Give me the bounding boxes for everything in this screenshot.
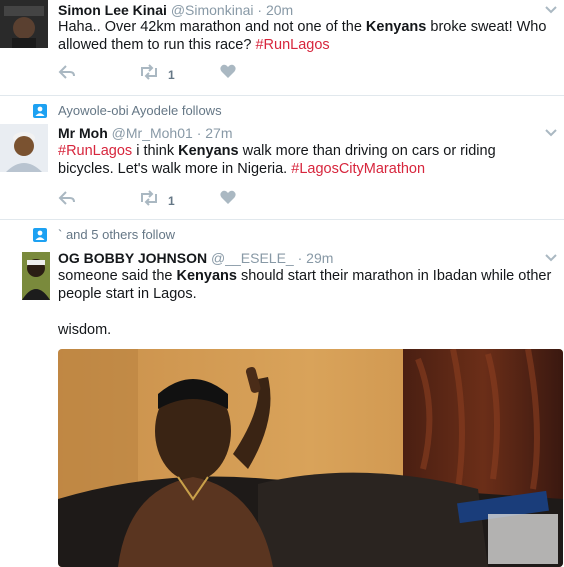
timestamp[interactable]: 29m bbox=[306, 250, 333, 266]
display-name[interactable]: OG BOBBY JOHNSON bbox=[58, 250, 207, 266]
follow-context-icon bbox=[33, 104, 47, 118]
like-icon[interactable] bbox=[220, 64, 236, 79]
text-keyword: Kenyans bbox=[178, 143, 239, 159]
text-segment: Haha.. Over 42km marathon and not one of… bbox=[58, 19, 366, 35]
retweet-count: 1 bbox=[168, 67, 175, 82]
chevron-down-icon[interactable] bbox=[544, 125, 558, 143]
separator-dot: · bbox=[196, 125, 202, 141]
like-icon[interactable] bbox=[220, 190, 236, 205]
display-name[interactable]: Mr Moh bbox=[58, 125, 108, 141]
timestamp[interactable]: 27m bbox=[205, 125, 232, 141]
avatar[interactable] bbox=[0, 0, 48, 48]
retweet-button[interactable]: 1 bbox=[138, 190, 175, 211]
retweet-count: 1 bbox=[168, 193, 175, 208]
tweet-1[interactable]: Simon Lee Kinai @Simonkinai · 20m Haha..… bbox=[0, 0, 564, 95]
hashtag-link[interactable]: #LagosCityMarathon bbox=[291, 161, 425, 177]
username[interactable]: @__ESELE_ bbox=[211, 250, 294, 266]
tweet-text: someone said the Kenyans should start th… bbox=[58, 267, 553, 303]
retweet-icon bbox=[138, 64, 160, 85]
hashtag-link[interactable]: #RunLagos bbox=[255, 37, 329, 53]
display-name[interactable]: Simon Lee Kinai bbox=[58, 2, 167, 18]
text-segment: i think bbox=[132, 143, 179, 159]
tweet-3[interactable]: ` and 5 others follow OG BOBBY JOHNSON @… bbox=[0, 220, 564, 567]
reply-icon[interactable] bbox=[58, 64, 76, 80]
reply-icon[interactable] bbox=[58, 190, 76, 206]
avatar-image bbox=[0, 0, 48, 48]
tweet-header: OG BOBBY JOHNSON @__ESELE_ · 29m bbox=[58, 250, 333, 266]
tweet-actions: 1 bbox=[58, 190, 258, 208]
avatar[interactable] bbox=[22, 252, 50, 300]
tweet-text: Haha.. Over 42km marathon and not one of… bbox=[58, 18, 553, 54]
tweet-header: Simon Lee Kinai @Simonkinai · 20m bbox=[58, 2, 293, 18]
username[interactable]: @Simonkinai bbox=[171, 2, 254, 18]
retweet-icon bbox=[138, 190, 160, 211]
tweet-header: Mr Moh @Mr_Moh01 · 27m bbox=[58, 125, 232, 141]
tweet-media-image[interactable] bbox=[58, 349, 563, 567]
chevron-down-icon[interactable] bbox=[544, 250, 558, 268]
tweet-2[interactable]: Ayowole-obi Ayodele follows Mr Moh @Mr_M… bbox=[0, 96, 564, 220]
text-segment: someone said the bbox=[58, 268, 177, 284]
follow-context-icon bbox=[33, 228, 47, 242]
text-keyword: Kenyans bbox=[365, 19, 427, 35]
tweet-text: #RunLagos i think Kenyans walk more than… bbox=[58, 142, 553, 178]
retweet-button[interactable]: 1 bbox=[138, 64, 175, 85]
avatar-image bbox=[22, 252, 50, 300]
follow-context[interactable]: Ayowole-obi Ayodele follows bbox=[58, 103, 222, 118]
hashtag-link[interactable]: #RunLagos bbox=[58, 143, 132, 159]
tweet-text-extra: wisdom. bbox=[58, 322, 112, 338]
photo bbox=[58, 349, 563, 567]
timestamp[interactable]: 20m bbox=[266, 2, 293, 18]
text-keyword: Kenyans bbox=[176, 268, 237, 284]
tweet-actions: 1 bbox=[58, 64, 258, 82]
separator-dot: · bbox=[257, 2, 263, 18]
avatar[interactable] bbox=[0, 124, 48, 172]
avatar-image bbox=[0, 124, 48, 172]
follow-context[interactable]: ` and 5 others follow bbox=[58, 227, 175, 242]
separator-dot: · bbox=[297, 250, 303, 266]
username[interactable]: @Mr_Moh01 bbox=[112, 125, 193, 141]
